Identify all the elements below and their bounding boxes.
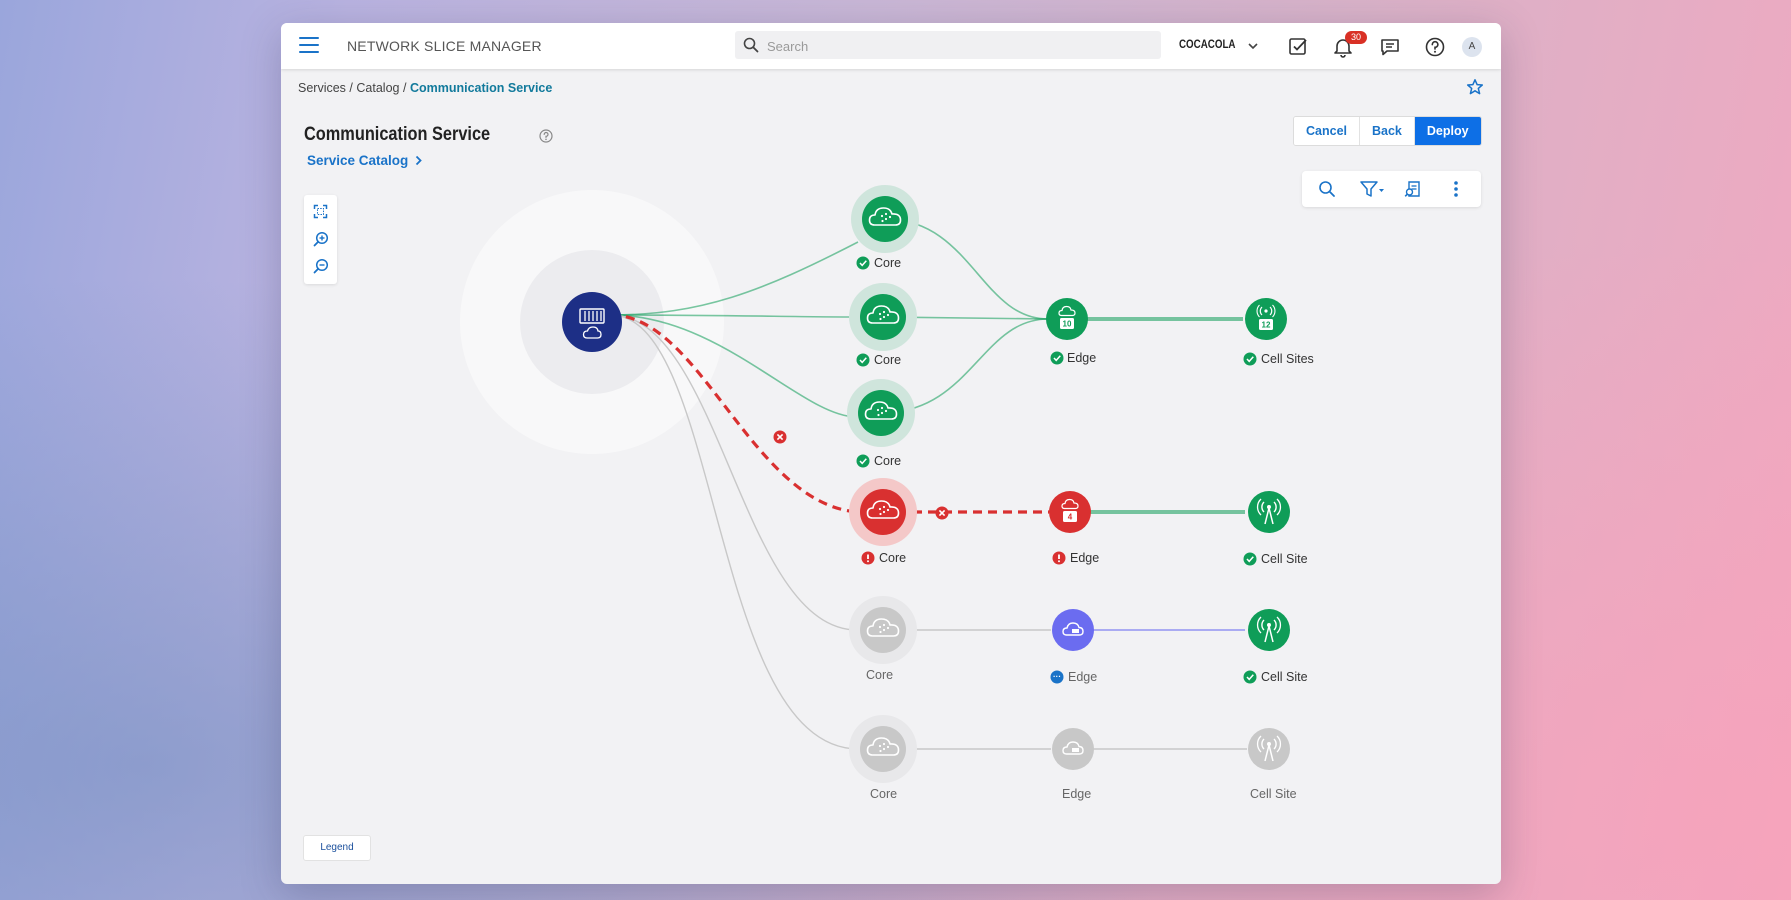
core-label: Core xyxy=(879,551,906,565)
edge-count: 4 xyxy=(1068,513,1073,522)
core-label: Core xyxy=(874,353,901,367)
status-error-icon xyxy=(860,550,876,566)
edge-label: Edge xyxy=(1062,787,1091,801)
core-node[interactable] xyxy=(851,185,919,253)
pending-dots: ··· xyxy=(1053,672,1061,681)
core-node[interactable] xyxy=(849,283,917,351)
edge-node[interactable] xyxy=(1052,609,1094,651)
legend-button[interactable]: Legend xyxy=(303,835,371,861)
cell-site-label: Cell Site xyxy=(1250,787,1297,801)
edge-node[interactable]: 10 xyxy=(1046,298,1088,340)
link-error-icon xyxy=(772,429,788,445)
edge-count: 10 xyxy=(1063,320,1072,329)
edge-label: Edge xyxy=(1068,670,1097,684)
topology-canvas: Core Core Core Core Core Core 10 Edge 4 … xyxy=(460,185,1314,801)
edge-node[interactable] xyxy=(1052,728,1094,770)
core-node[interactable] xyxy=(849,715,917,783)
core-node[interactable] xyxy=(847,379,915,447)
cell-site-node[interactable]: 12 xyxy=(1245,298,1287,340)
cell-site-node[interactable] xyxy=(1248,728,1290,770)
status-ok-icon xyxy=(1242,669,1258,685)
edge-node[interactable]: 4 xyxy=(1049,491,1091,533)
core-label: Core xyxy=(874,454,901,468)
status-ok-icon xyxy=(855,255,871,271)
cell-site-count: 12 xyxy=(1262,321,1271,330)
status-ok-icon xyxy=(855,352,871,368)
status-ok-icon xyxy=(1242,351,1258,367)
status-ok-icon xyxy=(1049,350,1065,366)
core-label: Core xyxy=(866,668,893,682)
core-label: Core xyxy=(874,256,901,270)
app-window: NETWORK SLICE MANAGER COCACOLA 30 xyxy=(281,23,1501,884)
cell-site-node[interactable] xyxy=(1248,609,1290,651)
root-node[interactable] xyxy=(562,292,622,352)
core-label: Core xyxy=(870,787,897,801)
edge-label: Edge xyxy=(1070,551,1099,565)
edge-label: Edge xyxy=(1067,351,1096,365)
cell-site-label: Cell Sites xyxy=(1261,352,1314,366)
status-ok-icon xyxy=(1242,551,1258,567)
status-error-icon xyxy=(1051,550,1067,566)
core-node[interactable] xyxy=(849,596,917,664)
cell-site-label: Cell Site xyxy=(1261,552,1308,566)
link-error-icon xyxy=(934,505,950,521)
status-ok-icon xyxy=(855,453,871,469)
core-node[interactable] xyxy=(849,478,917,546)
cell-site-label: Cell Site xyxy=(1261,670,1308,684)
cell-site-node[interactable] xyxy=(1248,491,1290,533)
